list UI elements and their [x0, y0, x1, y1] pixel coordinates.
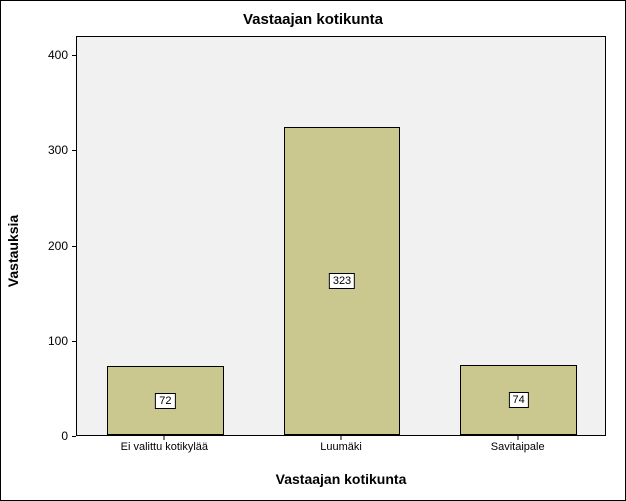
chart-title: Vastaajan kotikunta — [1, 11, 625, 28]
x-tick-mark — [517, 436, 518, 440]
x-tick-label: Ei valittu kotikylää — [121, 441, 208, 453]
y-tick-label: 200 — [1, 239, 68, 253]
bar-value-label: 74 — [509, 392, 529, 408]
y-tick-label: 400 — [1, 48, 68, 62]
y-tick-label: 0 — [1, 429, 68, 443]
x-tick-mark — [164, 436, 165, 440]
x-axis-label: Vastaajan kotikunta — [76, 471, 606, 487]
bar-value-label: 72 — [155, 393, 175, 409]
bar-value-label: 323 — [329, 273, 355, 289]
x-tick-label: Savitaipale — [491, 441, 545, 453]
y-tick-label: 300 — [1, 143, 68, 157]
chart-container: Vastaajan kotikunta Vastauksia 010020030… — [0, 0, 626, 501]
y-tick-label: 100 — [1, 334, 68, 348]
x-tick-mark — [341, 436, 342, 440]
x-tick-label: Luumäki — [320, 441, 362, 453]
y-tick-mark — [72, 436, 76, 437]
plot-area: 72 323 74 — [76, 36, 606, 436]
